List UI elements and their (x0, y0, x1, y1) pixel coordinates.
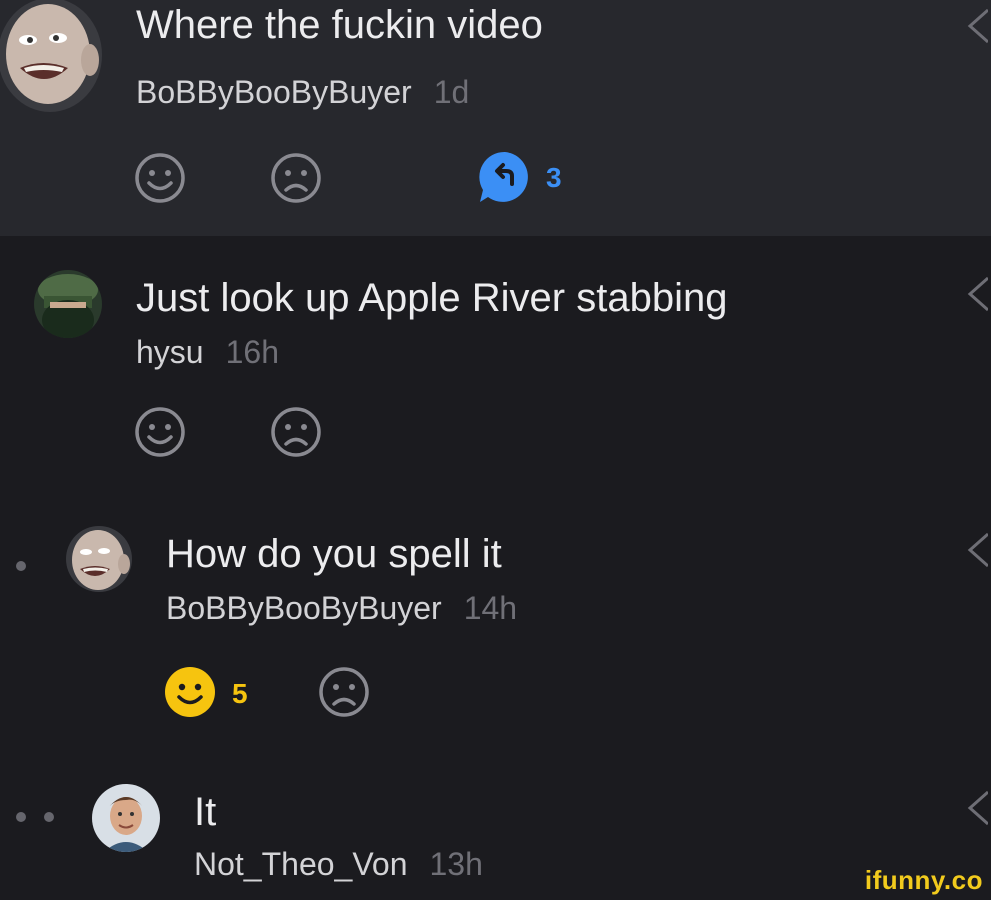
comment-meta: BoBByBooByBuyer 1d (136, 74, 469, 111)
comment-1: Where the fuckin video BoBByBooByBuyer 1d… (0, 0, 991, 236)
bald-man-avatar[interactable] (0, 0, 102, 112)
thread-depth-dot (16, 812, 26, 822)
comment-meta: BoBByBooByBuyer 14h (166, 590, 517, 627)
smile-icon[interactable] (134, 406, 186, 458)
comment-text: Where the fuckin video (136, 3, 543, 47)
frown-icon[interactable] (270, 406, 322, 458)
comment-meta: hysu 16h (136, 334, 279, 371)
comment-meta: Not_Theo_Von 13h (194, 846, 483, 883)
comment-3: How do you spell it BoBByBooByBuyer 14h 5 (0, 486, 991, 746)
frown-icon[interactable] (318, 666, 370, 718)
username[interactable]: BoBByBooByBuyer (166, 590, 442, 626)
site-watermark: ifunny.co (864, 865, 983, 895)
share-icon[interactable] (966, 274, 988, 314)
comment-text: How do you spell it (166, 532, 502, 576)
timestamp: 1d (433, 74, 470, 110)
comment-text: It (194, 790, 217, 834)
bald-man-avatar[interactable] (66, 526, 132, 592)
frown-icon[interactable] (270, 152, 322, 204)
timestamp: 16h (225, 334, 279, 370)
thread-depth-dot (44, 812, 54, 822)
smile-count: 5 (232, 678, 248, 709)
username[interactable]: BoBByBooByBuyer (136, 74, 412, 110)
comment-text: Just look up Apple River stabbing (136, 276, 728, 320)
share-icon[interactable] (966, 6, 988, 46)
man-portrait-avatar[interactable] (92, 784, 160, 852)
smile-icon-active[interactable] (164, 666, 216, 718)
masked-soldier-avatar[interactable] (34, 270, 102, 338)
timestamp: 14h (463, 590, 518, 626)
thread-depth-dot (16, 561, 26, 571)
share-icon[interactable] (966, 788, 988, 828)
comment-4: It Not_Theo_Von 13h (0, 746, 991, 900)
smile-icon[interactable] (134, 152, 186, 204)
reply-count: 3 (546, 162, 562, 193)
comment-2: Just look up Apple River stabbing hysu 16… (0, 236, 991, 486)
reply-bubble-icon[interactable] (478, 150, 532, 204)
timestamp: 13h (429, 846, 483, 882)
username[interactable]: Not_Theo_Von (194, 846, 408, 882)
share-icon[interactable] (966, 530, 988, 570)
username[interactable]: hysu (136, 334, 204, 370)
